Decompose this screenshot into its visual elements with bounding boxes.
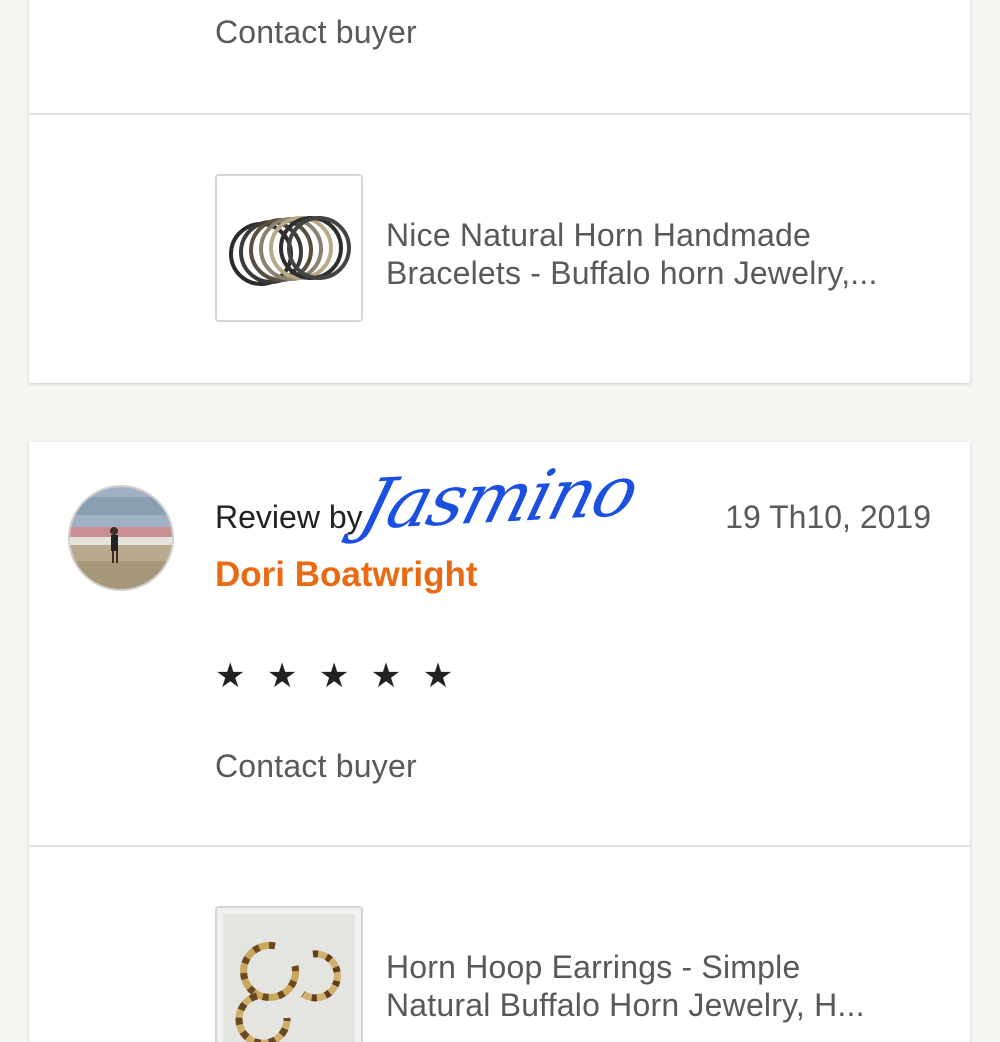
listing-title-line: Horn Hoop Earrings - Simple [386, 949, 801, 985]
reviewer-name-link[interactable]: Dori Boatwright [215, 555, 477, 595]
handwritten-signature: Jasmino [351, 450, 647, 546]
reviewer-avatar-photo-icon [70, 487, 172, 589]
review-by-label: Review by [215, 499, 363, 535]
divider [29, 113, 970, 115]
contact-buyer-link[interactable]: Contact buyer [215, 748, 417, 785]
listing-title-line: Bracelets - Buffalo horn Jewelry,... [386, 255, 878, 291]
review-card: Contact buyer Nice Natural Horn Handmade… [29, 0, 970, 383]
review-card: Review by Jasmino 19 Th10, 2019 Dori Boa… [29, 442, 970, 1042]
listing-title-line: Nice Natural Horn Handmade [386, 217, 811, 253]
divider [29, 845, 970, 847]
listing-title-line: Natural Buffalo Horn Jewelry, H... [386, 987, 865, 1023]
contact-buyer-link[interactable]: Contact buyer [215, 14, 417, 51]
listing-title[interactable]: Horn Hoop Earrings - Simple Natural Buff… [386, 948, 946, 1024]
star-rating: ★ ★ ★ ★ ★ [215, 657, 460, 695]
bracelets-photo-icon [217, 176, 361, 320]
review-date: 19 Th10, 2019 [725, 499, 931, 535]
reviewer-avatar[interactable] [68, 485, 174, 591]
listing-thumbnail[interactable] [215, 906, 363, 1042]
listing-thumbnail[interactable] [215, 174, 363, 322]
earrings-photo-icon [217, 908, 361, 1042]
listing-title[interactable]: Nice Natural Horn Handmade Bracelets - B… [386, 216, 946, 292]
